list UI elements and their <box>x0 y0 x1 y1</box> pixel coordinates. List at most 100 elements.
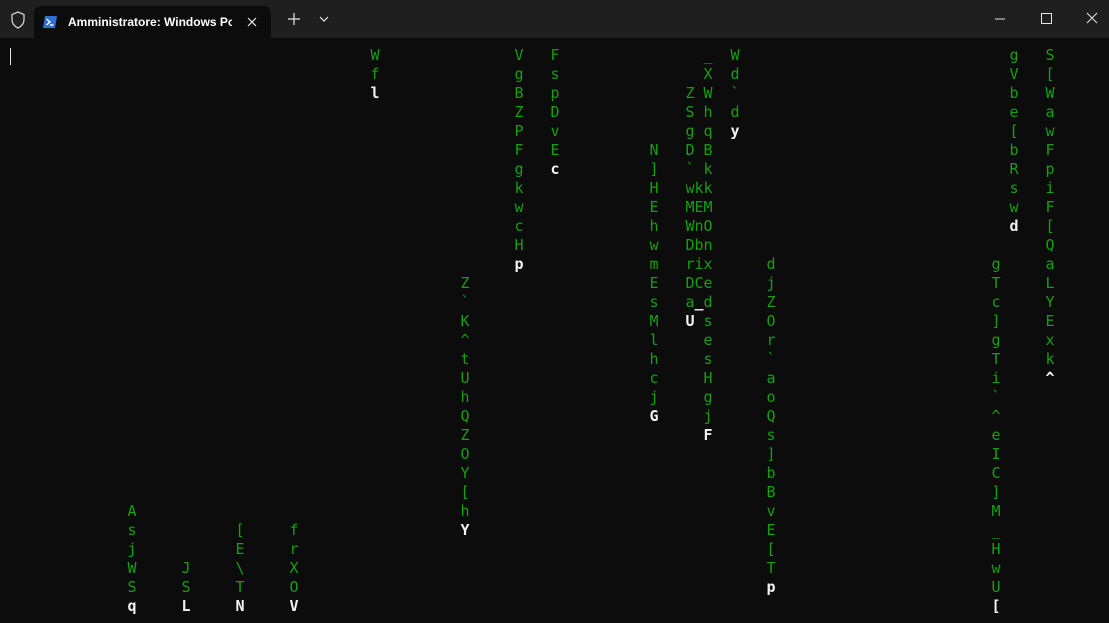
text-cursor <box>10 48 11 65</box>
rain-char: T <box>991 274 1001 292</box>
rain-char: i <box>1045 179 1055 197</box>
maximize-icon <box>1041 13 1052 24</box>
rain-char: Z <box>514 103 524 121</box>
rain-char: w <box>1009 198 1019 216</box>
rain-char: I <box>991 445 1001 463</box>
rain-char: h <box>649 217 659 235</box>
rain-char: O <box>460 445 470 463</box>
rain-head-char: [ <box>991 597 1001 615</box>
rain-char: k <box>1045 350 1055 368</box>
rain-char: H <box>703 369 713 387</box>
rain-char: Y <box>460 464 470 482</box>
rain-char: w <box>1045 122 1055 140</box>
rain-char: e <box>1009 103 1019 121</box>
rain-char: c <box>649 369 659 387</box>
rain-char: W <box>127 559 137 577</box>
close-tab-button[interactable] <box>242 12 262 32</box>
rain-char: w <box>649 236 659 254</box>
rain-char: D <box>550 103 560 121</box>
rain-char: W <box>370 46 380 64</box>
rain-char: T <box>235 578 245 596</box>
rain-char: U <box>991 578 1001 596</box>
rain-char: T <box>766 559 776 577</box>
rain-char: t <box>460 350 470 368</box>
minimize-button[interactable] <box>977 0 1023 38</box>
rain-char: E <box>649 198 659 216</box>
rain-char: s <box>550 65 560 83</box>
rain-char: ` <box>460 293 470 311</box>
rain-char: O <box>766 312 776 330</box>
rain-char: U <box>460 369 470 387</box>
rain-char: ` <box>730 84 740 102</box>
rain-char: h <box>460 502 470 520</box>
rain-char: d <box>703 293 713 311</box>
rain-char: \ <box>235 559 245 577</box>
title-bar: Amministratore: Windows PowerShell <box>0 0 1109 38</box>
maximize-button[interactable] <box>1023 0 1069 38</box>
rain-char: Z <box>460 426 470 444</box>
tab-dropdown-button[interactable] <box>312 7 336 31</box>
minimize-icon <box>995 18 1005 20</box>
rain-char: w <box>514 198 524 216</box>
shield-icon <box>8 10 28 30</box>
rain-char: a <box>1045 255 1055 273</box>
rain-char: W <box>703 84 713 102</box>
rain-char: f <box>370 65 380 83</box>
rain-column: g Vb e[b Rs w d <box>1007 46 1021 236</box>
rain-char: M <box>991 502 1001 520</box>
rain-char: Q <box>1045 236 1055 254</box>
rain-char: b <box>766 464 776 482</box>
rain-char: s <box>1009 179 1019 197</box>
rain-char: N <box>649 141 659 159</box>
rain-char: _ <box>703 46 713 64</box>
rain-char: H <box>991 540 1001 558</box>
rain-char: x <box>703 255 713 273</box>
rain-column: S[Wa w Fp i F[Qa L Y Ex k ^ <box>1043 46 1057 388</box>
rain-char: D <box>685 141 695 159</box>
rain-column: FspDvEc <box>548 46 562 179</box>
rain-char: s <box>703 350 713 368</box>
rain-char: h <box>649 350 659 368</box>
plus-icon <box>288 13 300 25</box>
close-window-button[interactable] <box>1069 0 1109 38</box>
rain-char: B <box>703 141 713 159</box>
tab-powershell[interactable]: Amministratore: Windows PowerShell <box>34 6 271 38</box>
rain-char: [ <box>1009 122 1019 140</box>
rain-char: E <box>235 540 245 558</box>
rain-char: s <box>649 293 659 311</box>
terminal-output[interactable]: AsjWSq JSL [E \ T N frXOV Wfl Z ` K ^ t Uh Q Z O Y[h… <box>0 38 1109 623</box>
rain-char: [ <box>460 483 470 501</box>
rain-char: H <box>514 236 524 254</box>
rain-char: P <box>514 122 524 140</box>
rain-char: S <box>685 103 695 121</box>
rain-column: [E \ T N <box>233 521 247 616</box>
rain-column: JSL <box>179 559 193 616</box>
rain-char: S <box>181 578 191 596</box>
rain-char: F <box>550 46 560 64</box>
rain-char: a <box>766 369 776 387</box>
rain-char: V <box>514 46 524 64</box>
rain-char: g <box>685 122 695 140</box>
rain-char: ] <box>991 483 1001 501</box>
rain-char: F <box>514 141 524 159</box>
rain-char: Z <box>685 84 695 102</box>
rain-char: Q <box>766 407 776 425</box>
rain-char: j <box>127 540 137 558</box>
rain-char: K <box>460 312 470 330</box>
rain-char: E <box>1045 312 1055 330</box>
rain-column: d j Z Or ` a o Qs] b Bv E[Tp <box>764 255 778 597</box>
rain-head-char: l <box>370 84 380 102</box>
rain-char: W <box>730 46 740 64</box>
rain-char: g <box>991 255 1001 273</box>
rain-head-char: Y <box>460 521 470 539</box>
rain-column: AsjWSq <box>125 502 139 616</box>
rain-char: e <box>703 331 713 349</box>
rain-char: k <box>703 179 713 197</box>
rain-char: ` <box>685 160 695 178</box>
rain-char: [ <box>1045 65 1055 83</box>
rain-char: s <box>703 312 713 330</box>
rain-char: E <box>550 141 560 159</box>
new-tab-button[interactable] <box>282 7 306 31</box>
rain-column: g Tc] g Ti ` ^ e I C] M _ Hw U[ <box>989 255 1003 616</box>
rain-column: N] H Eh w m Es Ml h c j G <box>647 141 661 426</box>
